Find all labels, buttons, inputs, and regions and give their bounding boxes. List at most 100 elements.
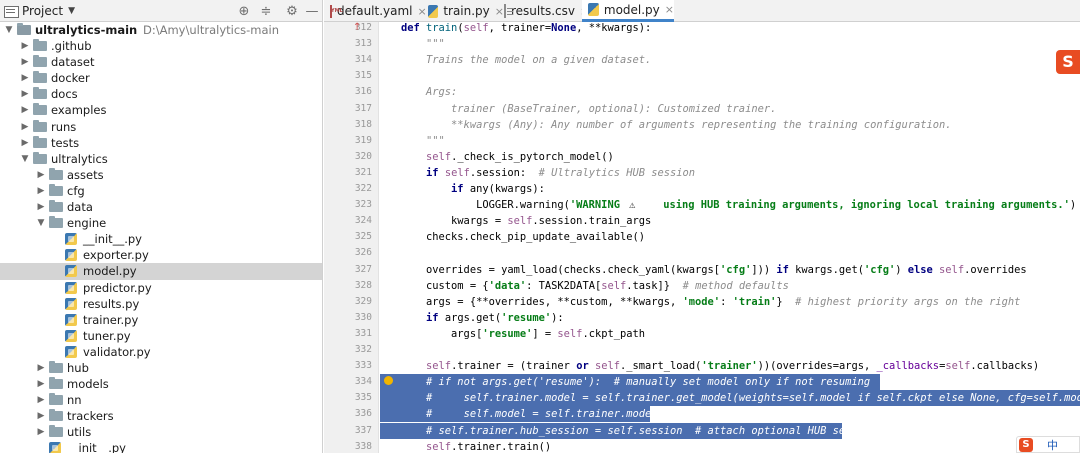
tree-file[interactable]: results.py [0,296,322,312]
folder-icon [49,377,63,390]
chevron-right-icon[interactable]: ▶ [20,102,30,118]
tree-folder[interactable]: ▶ assets [0,167,322,183]
code-line: """ [401,133,445,149]
code-line: self.trainer = (trainer or self._smart_l… [401,358,1039,374]
project-view-selector[interactable]: Project ▼ [4,3,75,19]
tree-folder[interactable]: ▶ tests [0,135,322,151]
chevron-down-icon[interactable]: ▼ [36,215,46,231]
code-token: , trainer= [488,22,552,34]
tree-file[interactable]: trainer.py [0,312,322,328]
code-token: self [594,360,620,373]
chevron-right-icon[interactable]: ▶ [20,70,30,86]
tree-folder[interactable]: ▶ runs [0,119,322,135]
chevron-right-icon[interactable]: ▶ [36,360,46,376]
hide-panel-icon[interactable]: — [304,3,320,19]
chevron-right-icon[interactable]: ▶ [36,183,46,199]
code-line: kwargs = self.session.train_args [401,213,651,229]
code-editor[interactable]: def train(self, trainer=None, **kwargs):… [380,22,1080,453]
chevron-right-icon[interactable]: ▶ [20,86,30,102]
line-number: 314 [354,54,372,66]
code-line: if self.session: # Ultralytics HUB sessi… [401,165,695,181]
code-token: self [557,327,583,340]
chevron-right-icon[interactable]: ▶ [20,119,30,135]
code-token: 'resume' [501,311,552,324]
tab-default-yaml[interactable]: default.yaml × [324,0,427,22]
tab-label: model.py [603,2,660,17]
ime-status-badge[interactable]: S [1056,50,1080,74]
collapse-all-icon[interactable]: ≑ [258,3,274,19]
chevron-right-icon[interactable]: ▶ [36,199,46,215]
tree-item-label: models [67,377,109,392]
tab-model-py[interactable]: model.py × [582,0,674,22]
tree-file[interactable]: validator.py [0,344,322,360]
tree-folder[interactable]: ▶ data [0,199,322,215]
tree-folder[interactable]: ▶ docker [0,70,322,86]
tree-file[interactable]: exporter.py [0,247,322,263]
code-token: , **kwargs): [576,22,652,34]
code-token: trainer (BaseTrainer, optional): Customi… [451,102,777,115]
override-marker-icon[interactable]: ↑ [353,22,363,34]
chevron-right-icon[interactable]: ▶ [36,167,46,183]
tree-folder[interactable]: ▶ models [0,376,322,392]
locate-file-icon[interactable]: ⊕ [236,3,252,19]
tree-folder[interactable]: ▶ cfg [0,183,322,199]
tree-folder[interactable]: ▶ examples [0,102,322,118]
tree-item-label: validator.py [83,344,151,359]
chevron-right-icon[interactable]: ▶ [36,392,46,408]
tree-folder[interactable]: ▶ utils [0,424,322,440]
line-number-gutter[interactable]: 312 313 314 315 316 317 318 319 320 321 322 323 324 3… [324,22,379,453]
chevron-right-icon[interactable]: ▶ [20,135,30,151]
code-token: 'WARNING [569,199,627,212]
tree-file[interactable]: __init__.py [0,231,322,247]
code-token: args.get( [444,311,502,324]
line-number: 318 [354,118,372,130]
code-line: **kwargs (Any): Any number of arguments … [401,117,951,133]
tab-results-csv[interactable]: results.csv × [498,0,589,22]
tree-folder[interactable]: ▼ ultralytics [0,151,322,167]
code-token: Trains the model on a given dataset. [426,54,652,67]
code-token: .callbacks) [970,360,1040,373]
chevron-right-icon[interactable]: ▶ [20,54,30,70]
chevron-right-icon[interactable]: ▶ [36,424,46,440]
chevron-right-icon[interactable]: ▶ [20,38,30,54]
gear-icon[interactable]: ⚙ [284,3,300,19]
tree-file[interactable]: tuner.py [0,328,322,344]
tree-folder[interactable]: ▶ hub [0,360,322,376]
intention-bulb-icon[interactable] [384,376,393,385]
tree-folder[interactable]: ▶ dataset [0,54,322,70]
code-line: # if not args.get('resume'): # manually … [401,374,870,390]
chevron-down-icon[interactable]: ▼ [4,22,14,38]
line-number: 333 [354,360,372,372]
tree-item-label: assets [67,167,104,182]
close-icon[interactable]: × [665,3,674,16]
ime-toolbar[interactable]: S 中 [1016,436,1080,453]
tree-folder[interactable]: ▶ .github [0,38,322,54]
tree-folder[interactable]: ▶ nn [0,392,322,408]
ime-language-indicator[interactable]: 中 [1047,437,1058,453]
folder-icon [33,71,47,84]
tree-folder[interactable]: ▶ docs [0,86,322,102]
tree-item-label: nn [67,393,82,408]
tree-file[interactable]: model.py [0,263,322,280]
code-token: 'data' [488,279,527,292]
code-line: if args.get('resume'): [401,310,564,326]
tree-item-label: trackers [67,409,114,424]
code-line: # self.trainer.hub_session = self.sessio… [401,423,876,439]
tree-file[interactable]: predictor.py [0,280,322,296]
tree-file[interactable]: __init__.py [0,440,322,453]
chevron-down-icon[interactable]: ▼ [20,151,30,167]
folder-icon [49,393,63,406]
tab-train-py[interactable]: train.py × [422,0,504,22]
chevron-right-icon[interactable]: ▶ [36,376,46,392]
tree-folder[interactable]: ▼ engine [0,215,322,231]
code-token: _callbacks [876,360,940,373]
chevron-right-icon[interactable]: ▶ [36,408,46,424]
tree-folder[interactable]: ▶ trackers [0,408,322,424]
code-token: # self.trainer.hub_session = self.sessio… [426,424,877,437]
tree-folder[interactable]: ▼ ultralytics-main D:\Amy\ultralytics-main [0,22,322,38]
code-token: if [451,183,470,195]
